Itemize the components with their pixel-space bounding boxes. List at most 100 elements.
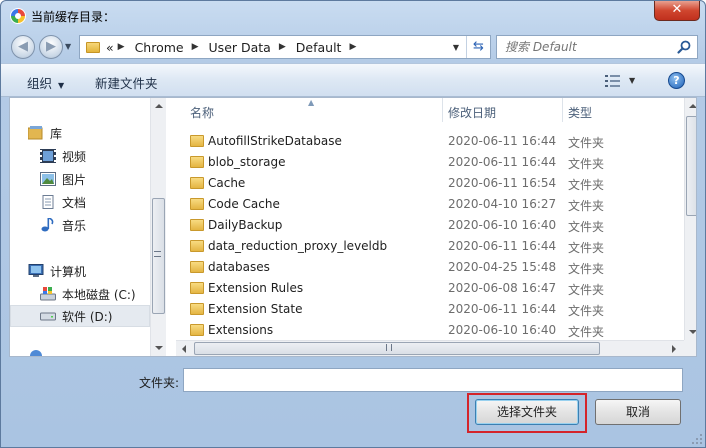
scroll-grip-icon xyxy=(154,251,161,257)
sidebar-item-drive-c[interactable]: 本地磁盘 (C:) xyxy=(40,283,150,305)
search-input[interactable] xyxy=(505,37,675,57)
folder-field-label: 文件夹: xyxy=(139,376,180,390)
sidebar-group-label: 计算机 xyxy=(50,264,87,279)
file-name: Code Cache xyxy=(208,197,280,211)
breadcrumb: « ▶ Chrome ▶ User Data ▶ Default ▶ xyxy=(106,40,366,55)
command-toolbar: 组织 ▼ 新建文件夹 ▼ ? xyxy=(1,63,705,97)
view-dropdown-icon[interactable]: ▼ xyxy=(629,76,635,85)
navigation-bar: ◀ ▶ ▼ « ▶ Chrome ▶ User Data ▶ Default ▶… xyxy=(1,31,705,63)
file-row[interactable]: blob_storage 2020-06-11 16:44 文件夹 xyxy=(176,152,684,173)
sidebar-item-music[interactable]: 音乐 xyxy=(40,214,150,236)
search-icon[interactable] xyxy=(676,39,692,55)
scroll-left-icon[interactable] xyxy=(182,345,186,353)
back-button[interactable]: ◀ xyxy=(11,35,35,59)
scroll-thumb[interactable] xyxy=(194,342,600,355)
resize-grip-icon[interactable] xyxy=(691,433,703,445)
video-icon xyxy=(40,149,56,163)
file-row[interactable]: Code Cache 2020-04-10 16:27 文件夹 xyxy=(176,194,684,215)
sort-ascending-icon: ▲ xyxy=(308,98,315,107)
file-modified: 2020-06-10 16:40 xyxy=(448,323,557,337)
sidebar-item-videos[interactable]: 视频 xyxy=(40,145,150,167)
close-button[interactable]: ✕ xyxy=(654,1,700,21)
address-bar[interactable]: « ▶ Chrome ▶ User Data ▶ Default ▶ ▼ ⇆ xyxy=(79,35,491,59)
sidebar-item-label: 文档 xyxy=(62,195,87,210)
music-icon xyxy=(41,218,54,232)
folder-icon xyxy=(190,177,204,189)
folder-icon xyxy=(190,156,204,168)
navigation-scrollbar[interactable] xyxy=(150,98,166,356)
chevron-right-icon: ▶ xyxy=(117,42,125,52)
arrow-right-icon: ▶ xyxy=(46,39,56,54)
breadcrumb-user-data[interactable]: User Data xyxy=(209,40,271,55)
refresh-icon[interactable]: ⇆ xyxy=(466,36,490,58)
sidebar-group-label: 库 xyxy=(50,126,63,141)
file-modified: 2020-06-11 16:54 xyxy=(448,176,557,190)
column-divider[interactable] xyxy=(442,98,443,122)
cancel-button[interactable]: 取消 xyxy=(595,399,681,425)
sidebar-item-label: 软件 (D:) xyxy=(62,309,113,324)
column-name[interactable]: 名称 xyxy=(190,104,214,121)
sidebar-group-computer[interactable]: 计算机 xyxy=(28,260,148,282)
scroll-up-icon[interactable] xyxy=(689,104,696,108)
organize-menu-button[interactable]: 组织 ▼ xyxy=(27,73,64,92)
file-row[interactable]: Extension State 2020-06-11 16:44 文件夹 xyxy=(176,299,684,320)
chevron-right-icon[interactable]: ▶ xyxy=(349,42,356,52)
select-folder-button[interactable]: 选择文件夹 xyxy=(475,399,579,425)
scroll-down-icon[interactable] xyxy=(155,346,163,350)
breadcrumb-default[interactable]: Default xyxy=(296,40,342,55)
file-row[interactable]: Extension Rules 2020-06-08 16:47 文件夹 xyxy=(176,278,684,299)
scroll-right-icon[interactable] xyxy=(672,345,676,353)
column-divider[interactable] xyxy=(562,98,563,122)
sidebar-item-drive-d[interactable]: 软件 (D:) xyxy=(10,305,150,327)
scroll-thumb[interactable] xyxy=(686,116,696,216)
pictures-icon xyxy=(40,172,56,186)
file-list-vertical-scrollbar[interactable] xyxy=(684,98,696,340)
chrome-app-icon xyxy=(10,8,26,24)
help-icon[interactable]: ? xyxy=(668,72,685,89)
forward-button[interactable]: ▶ xyxy=(39,35,63,59)
file-row[interactable]: DailyBackup 2020-06-10 16:40 文件夹 xyxy=(176,215,684,236)
file-modified: 2020-06-11 16:44 xyxy=(448,302,557,316)
file-name: Extension Rules xyxy=(208,281,304,295)
new-folder-button[interactable]: 新建文件夹 xyxy=(95,73,158,92)
chevron-right-icon[interactable]: ▶ xyxy=(192,42,199,52)
file-row[interactable]: databases 2020-04-25 15:48 文件夹 xyxy=(176,257,684,278)
browser-content: 库 视频 图片 文档 音乐 计算机 本地磁盘 (C:) 软件 (D:) ▲ 名称… xyxy=(9,97,697,357)
search-box[interactable] xyxy=(496,35,698,59)
file-row[interactable]: Cache 2020-06-11 16:54 文件夹 xyxy=(176,173,684,194)
file-type: 文件夹 xyxy=(568,325,605,339)
breadcrumb-chrome[interactable]: Chrome xyxy=(135,40,184,55)
file-type: 文件夹 xyxy=(568,136,605,150)
view-options-icon[interactable] xyxy=(605,74,621,88)
scroll-up-icon[interactable] xyxy=(155,104,163,108)
folder-name-input[interactable] xyxy=(183,368,683,392)
file-name: blob_storage xyxy=(208,155,286,169)
file-name: Cache xyxy=(208,176,246,190)
breadcrumb-overflow[interactable]: « xyxy=(106,40,114,55)
file-row[interactable]: Extensions 2020-06-10 16:40 文件夹 xyxy=(176,320,684,341)
folder-icon xyxy=(190,303,204,315)
file-type: 文件夹 xyxy=(568,220,605,234)
sidebar-item-pictures[interactable]: 图片 xyxy=(40,168,150,190)
scroll-down-icon[interactable] xyxy=(689,330,696,334)
caret-down-icon: ▼ xyxy=(58,81,65,90)
column-type[interactable]: 类型 xyxy=(568,104,592,121)
address-dropdown-icon[interactable]: ▼ xyxy=(446,43,466,52)
network-icon[interactable] xyxy=(30,350,42,356)
file-name: DailyBackup xyxy=(208,218,283,232)
chevron-right-icon[interactable]: ▶ xyxy=(279,42,286,52)
sidebar-item-label: 图片 xyxy=(62,172,87,187)
column-modified[interactable]: 修改日期 xyxy=(448,104,496,121)
file-row[interactable]: AutofillStrikeDatabase 2020-06-11 16:44 … xyxy=(176,131,684,152)
file-list-horizontal-scrollbar[interactable] xyxy=(176,340,684,356)
library-icon xyxy=(28,126,43,140)
folder-icon xyxy=(190,282,204,294)
sidebar-item-label: 音乐 xyxy=(62,218,87,233)
sidebar-item-documents[interactable]: 文档 xyxy=(40,191,150,213)
scrollbar-corner xyxy=(684,340,696,356)
system-drive-icon xyxy=(40,287,56,301)
sidebar-group-library[interactable]: 库 xyxy=(28,122,148,144)
folder-picker-dialog: 当前缓存目录： ✕ ◀ ▶ ▼ « ▶ Chrome ▶ User Data ▶… xyxy=(0,0,706,448)
recent-locations-dropdown[interactable]: ▼ xyxy=(65,42,71,51)
file-row[interactable]: data_reduction_proxy_leveldb 2020-06-11 … xyxy=(176,236,684,257)
